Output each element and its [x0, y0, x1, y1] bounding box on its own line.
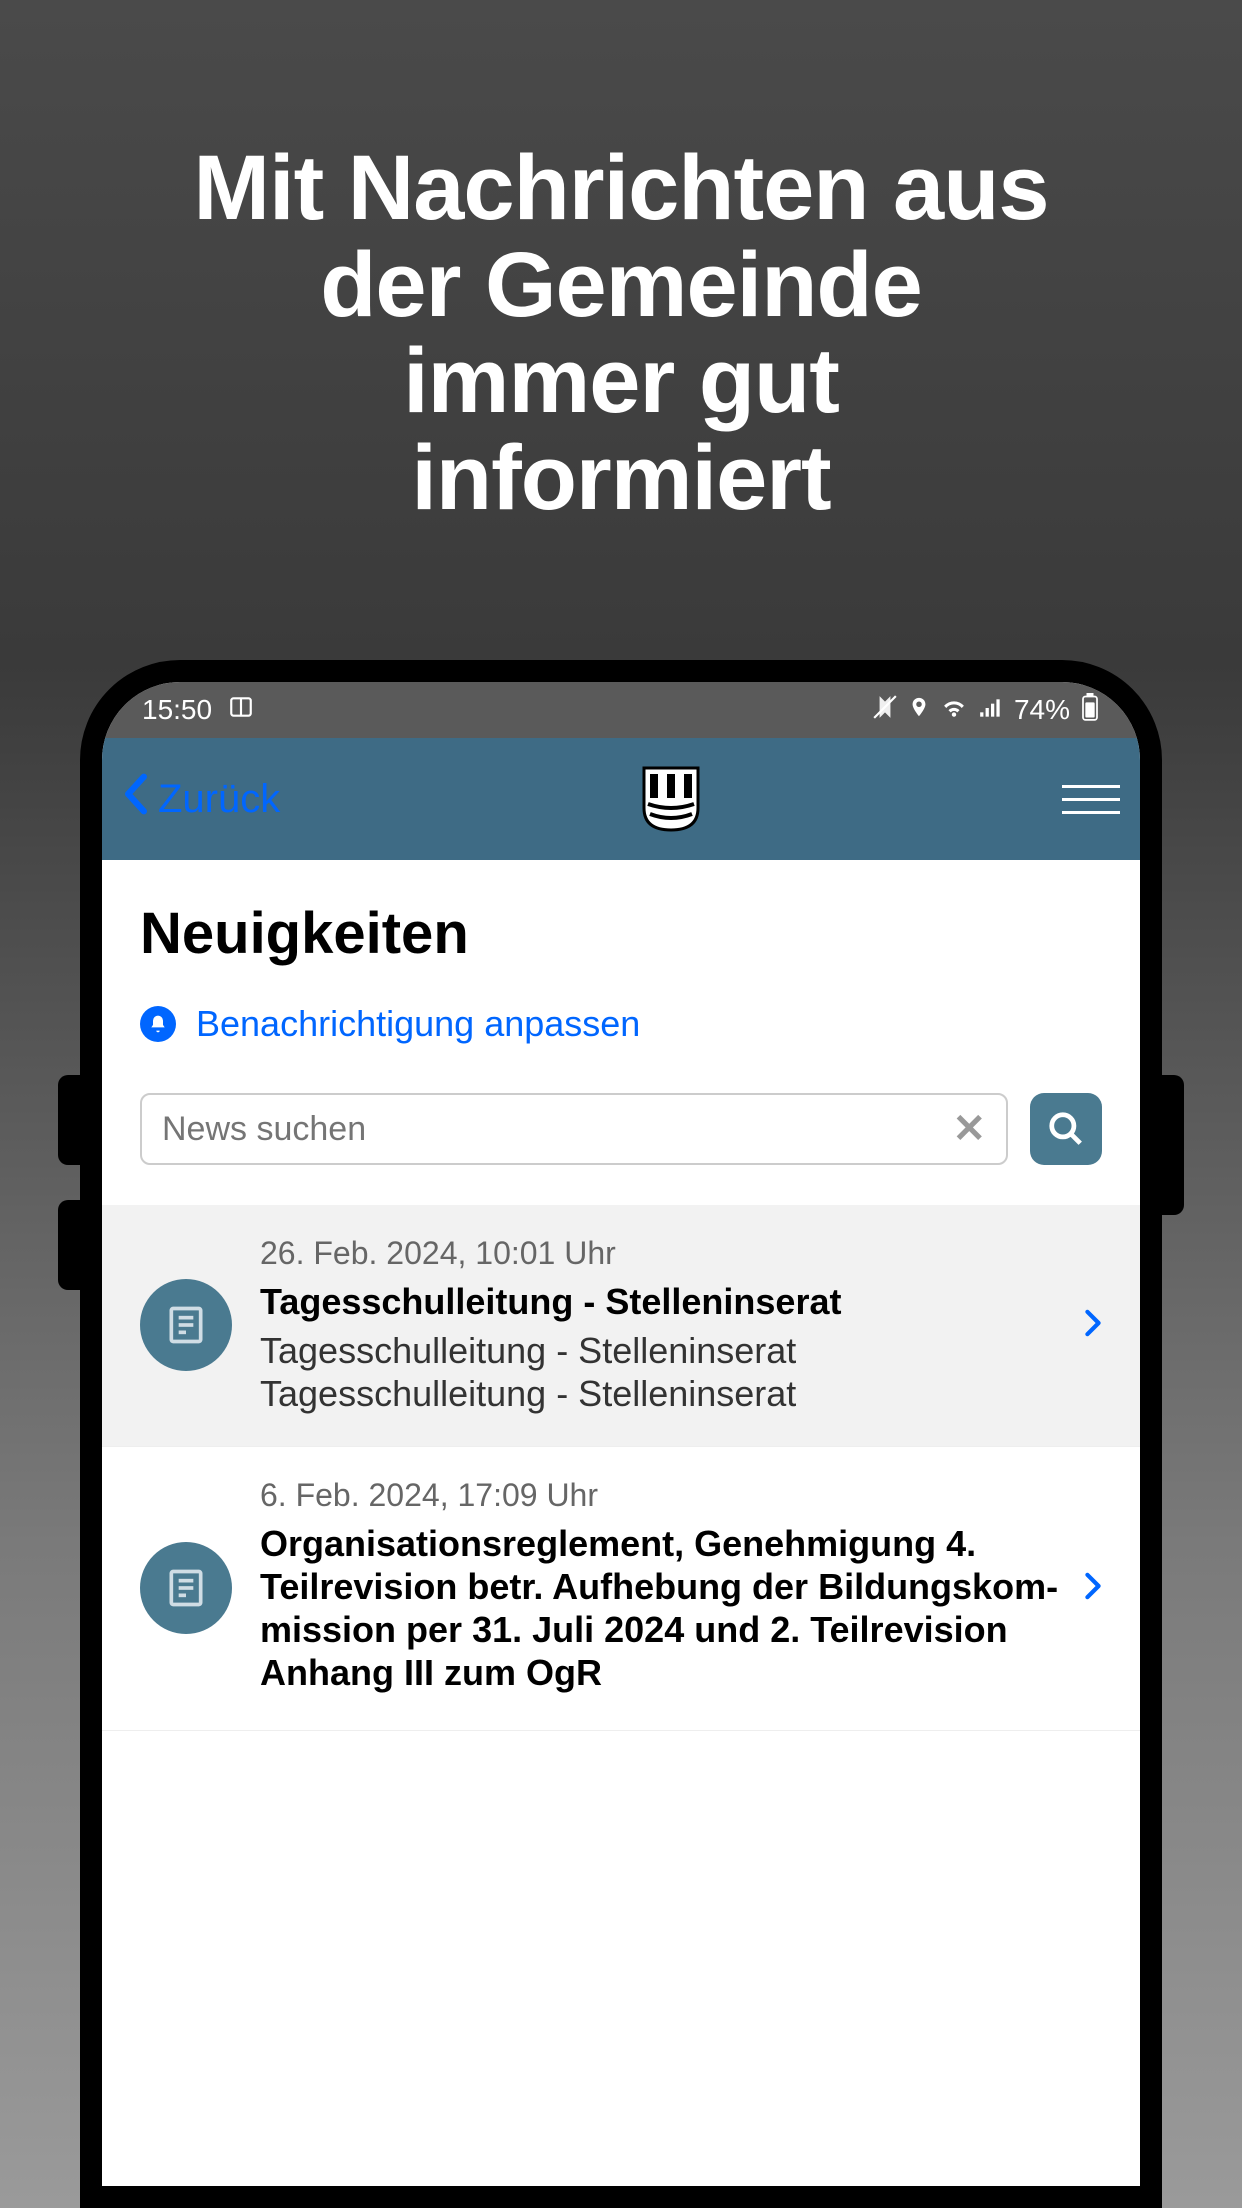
document-icon: [164, 1566, 208, 1610]
promo-line2: der Gemeinde: [320, 234, 922, 336]
status-right: 74%: [872, 693, 1100, 728]
back-label: Zurück: [158, 777, 280, 822]
news-type-icon: [140, 1542, 232, 1634]
news-body: 6. Feb. 2024, 17:09 Uhr Organisationsreg…: [260, 1477, 1064, 1701]
phone-frame: 15:50: [80, 660, 1162, 2208]
clear-icon[interactable]: ✕: [952, 1106, 986, 1152]
status-bar: 15:50: [102, 682, 1140, 738]
back-button[interactable]: Zurück: [122, 772, 280, 827]
news-type-icon: [140, 1279, 232, 1371]
news-body: 26. Feb. 2024, 10:01 Uhr Tagesschulleitu…: [260, 1235, 1064, 1416]
signal-icon: [978, 694, 1004, 726]
promo-line4: informiert: [411, 427, 830, 529]
promo-line3: immer gut: [403, 330, 839, 432]
promo-line1: Mit Nachrichten aus: [193, 137, 1048, 239]
vibrate-icon: [872, 694, 898, 727]
search-row: ✕: [140, 1093, 1102, 1165]
app-logo-icon: [642, 766, 700, 832]
wifi-icon: [940, 694, 968, 726]
news-date: 6. Feb. 2024, 17:09 Uhr: [260, 1477, 1064, 1514]
news-item[interactable]: 26. Feb. 2024, 10:01 Uhr Tagesschulleitu…: [102, 1205, 1140, 1447]
hamburger-icon: [1062, 785, 1120, 788]
news-title: Tagesschulleitung - Stellenin­serat: [260, 1280, 1064, 1323]
page-title: Neuigkeiten: [140, 900, 1102, 967]
news-list: 26. Feb. 2024, 10:01 Uhr Tagesschulleitu…: [102, 1205, 1140, 1731]
menu-button[interactable]: [1062, 785, 1120, 814]
search-input-wrapper: ✕: [140, 1093, 1008, 1165]
news-date: 26. Feb. 2024, 10:01 Uhr: [260, 1235, 1064, 1272]
hamburger-icon: [1062, 798, 1120, 801]
search-icon: [1047, 1110, 1085, 1148]
chevron-right-icon: [1084, 1567, 1102, 1609]
search-input[interactable]: [162, 1110, 952, 1149]
promo-headline: Mit Nachrichten aus der Gemeinde immer g…: [0, 0, 1242, 526]
status-time: 15:50: [142, 694, 212, 726]
news-excerpt: Tagesschulleitung - Stellenin­serat Tage…: [260, 1329, 1064, 1415]
document-icon: [164, 1303, 208, 1347]
phone-power-button: [1162, 1075, 1184, 1215]
location-icon: [908, 694, 930, 727]
chevron-right-icon: [1084, 1304, 1102, 1346]
news-item[interactable]: 6. Feb. 2024, 17:09 Uhr Organisationsreg…: [102, 1447, 1140, 1732]
hamburger-icon: [1062, 811, 1120, 814]
search-button[interactable]: [1030, 1093, 1102, 1165]
battery-percent: 74%: [1014, 694, 1070, 726]
phone-volume-down-button: [58, 1200, 80, 1290]
phone-volume-up-button: [58, 1075, 80, 1165]
battery-icon: [1080, 693, 1100, 728]
notification-settings-link[interactable]: Benachrichtigung anpassen: [140, 1003, 1102, 1045]
status-left: 15:50: [142, 694, 254, 727]
bell-icon: [140, 1006, 176, 1042]
app-header: Zurück: [102, 738, 1140, 860]
notification-link-label: Benachrichtigung anpassen: [196, 1003, 640, 1045]
content-area: Neuigkeiten Benachrichtigung anpassen ✕: [102, 860, 1140, 1731]
chevron-left-icon: [122, 772, 150, 827]
news-title: Organisationsreglement, Ge­nehmigung 4. …: [260, 1522, 1064, 1695]
app-badge-icon: [228, 694, 254, 727]
